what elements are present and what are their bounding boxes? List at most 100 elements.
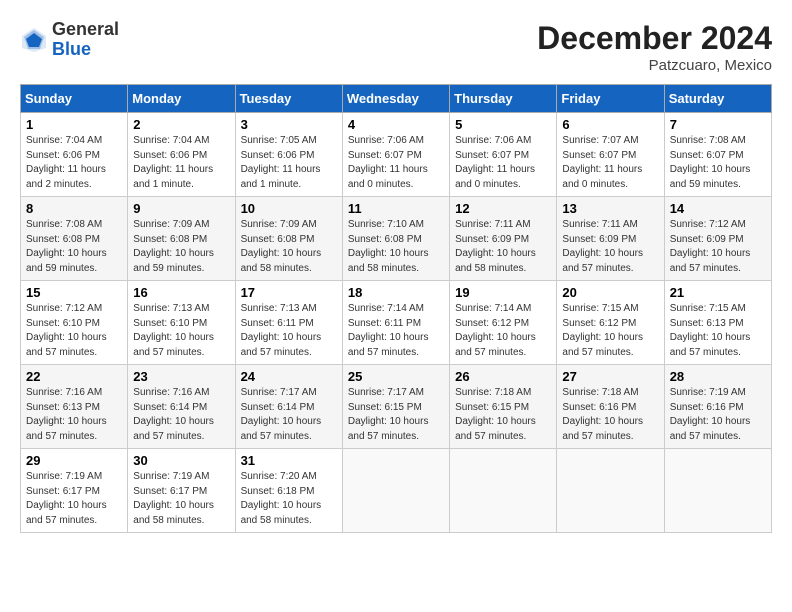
day-number: 14 [670,201,766,216]
logo-blue-text: Blue [52,40,119,60]
day-info: Sunrise: 7:08 AMSunset: 6:07 PMDaylight:… [670,135,751,190]
calendar-cell: 23 Sunrise: 7:16 AMSunset: 6:14 PMDaylig… [128,365,235,449]
day-info: Sunrise: 7:04 AMSunset: 6:06 PMDaylight:… [26,135,106,190]
day-number: 7 [670,117,766,132]
day-info: Sunrise: 7:19 AMSunset: 6:16 PMDaylight:… [670,387,751,442]
day-number: 2 [133,117,229,132]
weekday-header-monday: Monday [128,85,235,113]
day-number: 5 [455,117,551,132]
day-number: 13 [562,201,658,216]
day-number: 27 [562,369,658,384]
day-number: 29 [26,453,122,468]
day-info: Sunrise: 7:20 AMSunset: 6:18 PMDaylight:… [241,471,322,526]
calendar-cell: 27 Sunrise: 7:18 AMSunset: 6:16 PMDaylig… [557,365,664,449]
day-info: Sunrise: 7:16 AMSunset: 6:14 PMDaylight:… [133,387,214,442]
calendar-cell: 20 Sunrise: 7:15 AMSunset: 6:12 PMDaylig… [557,281,664,365]
day-info: Sunrise: 7:15 AMSunset: 6:13 PMDaylight:… [670,303,751,358]
day-info: Sunrise: 7:17 AMSunset: 6:14 PMDaylight:… [241,387,322,442]
day-number: 4 [348,117,444,132]
day-info: Sunrise: 7:10 AMSunset: 6:08 PMDaylight:… [348,219,429,274]
logo: General Blue [20,20,119,60]
day-number: 24 [241,369,337,384]
logo-general-text: General [52,20,119,40]
day-info: Sunrise: 7:09 AMSunset: 6:08 PMDaylight:… [241,219,322,274]
day-number: 12 [455,201,551,216]
day-number: 10 [241,201,337,216]
day-info: Sunrise: 7:13 AMSunset: 6:11 PMDaylight:… [241,303,322,358]
day-info: Sunrise: 7:15 AMSunset: 6:12 PMDaylight:… [562,303,643,358]
title-block: December 2024 Patzcuaro, Mexico [537,20,772,74]
calendar-week-row: 8 Sunrise: 7:08 AMSunset: 6:08 PMDayligh… [21,197,772,281]
day-number: 30 [133,453,229,468]
calendar-table: SundayMondayTuesdayWednesdayThursdayFrid… [20,84,772,533]
calendar-cell: 14 Sunrise: 7:12 AMSunset: 6:09 PMDaylig… [664,197,771,281]
day-number: 6 [562,117,658,132]
day-number: 16 [133,285,229,300]
calendar-cell: 9 Sunrise: 7:09 AMSunset: 6:08 PMDayligh… [128,197,235,281]
calendar-cell: 10 Sunrise: 7:09 AMSunset: 6:08 PMDaylig… [235,197,342,281]
location-text: Patzcuaro, Mexico [537,57,772,74]
calendar-cell: 18 Sunrise: 7:14 AMSunset: 6:11 PMDaylig… [342,281,449,365]
day-number: 31 [241,453,337,468]
day-number: 8 [26,201,122,216]
weekday-header-row: SundayMondayTuesdayWednesdayThursdayFrid… [21,85,772,113]
day-info: Sunrise: 7:05 AMSunset: 6:06 PMDaylight:… [241,135,321,190]
weekday-header-thursday: Thursday [450,85,557,113]
day-number: 3 [241,117,337,132]
weekday-header-saturday: Saturday [664,85,771,113]
day-info: Sunrise: 7:07 AMSunset: 6:07 PMDaylight:… [562,135,642,190]
day-number: 15 [26,285,122,300]
day-info: Sunrise: 7:12 AMSunset: 6:09 PMDaylight:… [670,219,751,274]
day-number: 19 [455,285,551,300]
calendar-cell: 28 Sunrise: 7:19 AMSunset: 6:16 PMDaylig… [664,365,771,449]
month-title: December 2024 [537,20,772,57]
day-number: 22 [26,369,122,384]
calendar-cell: 7 Sunrise: 7:08 AMSunset: 6:07 PMDayligh… [664,113,771,197]
day-number: 26 [455,369,551,384]
day-info: Sunrise: 7:04 AMSunset: 6:06 PMDaylight:… [133,135,213,190]
day-info: Sunrise: 7:17 AMSunset: 6:15 PMDaylight:… [348,387,429,442]
calendar-week-row: 1 Sunrise: 7:04 AMSunset: 6:06 PMDayligh… [21,113,772,197]
calendar-body: 1 Sunrise: 7:04 AMSunset: 6:06 PMDayligh… [21,113,772,533]
day-info: Sunrise: 7:14 AMSunset: 6:11 PMDaylight:… [348,303,429,358]
calendar-cell [557,449,664,533]
day-number: 23 [133,369,229,384]
day-info: Sunrise: 7:06 AMSunset: 6:07 PMDaylight:… [455,135,535,190]
day-number: 21 [670,285,766,300]
day-info: Sunrise: 7:08 AMSunset: 6:08 PMDaylight:… [26,219,107,274]
day-number: 18 [348,285,444,300]
day-info: Sunrise: 7:19 AMSunset: 6:17 PMDaylight:… [26,471,107,526]
day-info: Sunrise: 7:18 AMSunset: 6:15 PMDaylight:… [455,387,536,442]
calendar-cell: 22 Sunrise: 7:16 AMSunset: 6:13 PMDaylig… [21,365,128,449]
calendar-cell: 2 Sunrise: 7:04 AMSunset: 6:06 PMDayligh… [128,113,235,197]
calendar-cell: 1 Sunrise: 7:04 AMSunset: 6:06 PMDayligh… [21,113,128,197]
day-number: 11 [348,201,444,216]
page-header: General Blue December 2024 Patzcuaro, Me… [20,20,772,74]
calendar-cell: 4 Sunrise: 7:06 AMSunset: 6:07 PMDayligh… [342,113,449,197]
calendar-cell: 12 Sunrise: 7:11 AMSunset: 6:09 PMDaylig… [450,197,557,281]
calendar-cell: 31 Sunrise: 7:20 AMSunset: 6:18 PMDaylig… [235,449,342,533]
calendar-cell: 29 Sunrise: 7:19 AMSunset: 6:17 PMDaylig… [21,449,128,533]
calendar-cell: 11 Sunrise: 7:10 AMSunset: 6:08 PMDaylig… [342,197,449,281]
calendar-cell: 19 Sunrise: 7:14 AMSunset: 6:12 PMDaylig… [450,281,557,365]
day-info: Sunrise: 7:11 AMSunset: 6:09 PMDaylight:… [562,219,643,274]
day-number: 20 [562,285,658,300]
calendar-cell: 16 Sunrise: 7:13 AMSunset: 6:10 PMDaylig… [128,281,235,365]
day-info: Sunrise: 7:12 AMSunset: 6:10 PMDaylight:… [26,303,107,358]
day-info: Sunrise: 7:13 AMSunset: 6:10 PMDaylight:… [133,303,214,358]
day-number: 1 [26,117,122,132]
calendar-cell [664,449,771,533]
calendar-cell: 17 Sunrise: 7:13 AMSunset: 6:11 PMDaylig… [235,281,342,365]
calendar-cell: 24 Sunrise: 7:17 AMSunset: 6:14 PMDaylig… [235,365,342,449]
weekday-header-tuesday: Tuesday [235,85,342,113]
day-number: 17 [241,285,337,300]
calendar-cell: 15 Sunrise: 7:12 AMSunset: 6:10 PMDaylig… [21,281,128,365]
day-info: Sunrise: 7:14 AMSunset: 6:12 PMDaylight:… [455,303,536,358]
calendar-cell: 8 Sunrise: 7:08 AMSunset: 6:08 PMDayligh… [21,197,128,281]
calendar-cell: 3 Sunrise: 7:05 AMSunset: 6:06 PMDayligh… [235,113,342,197]
calendar-week-row: 15 Sunrise: 7:12 AMSunset: 6:10 PMDaylig… [21,281,772,365]
day-info: Sunrise: 7:09 AMSunset: 6:08 PMDaylight:… [133,219,214,274]
calendar-cell: 30 Sunrise: 7:19 AMSunset: 6:17 PMDaylig… [128,449,235,533]
day-info: Sunrise: 7:18 AMSunset: 6:16 PMDaylight:… [562,387,643,442]
calendar-header: SundayMondayTuesdayWednesdayThursdayFrid… [21,85,772,113]
